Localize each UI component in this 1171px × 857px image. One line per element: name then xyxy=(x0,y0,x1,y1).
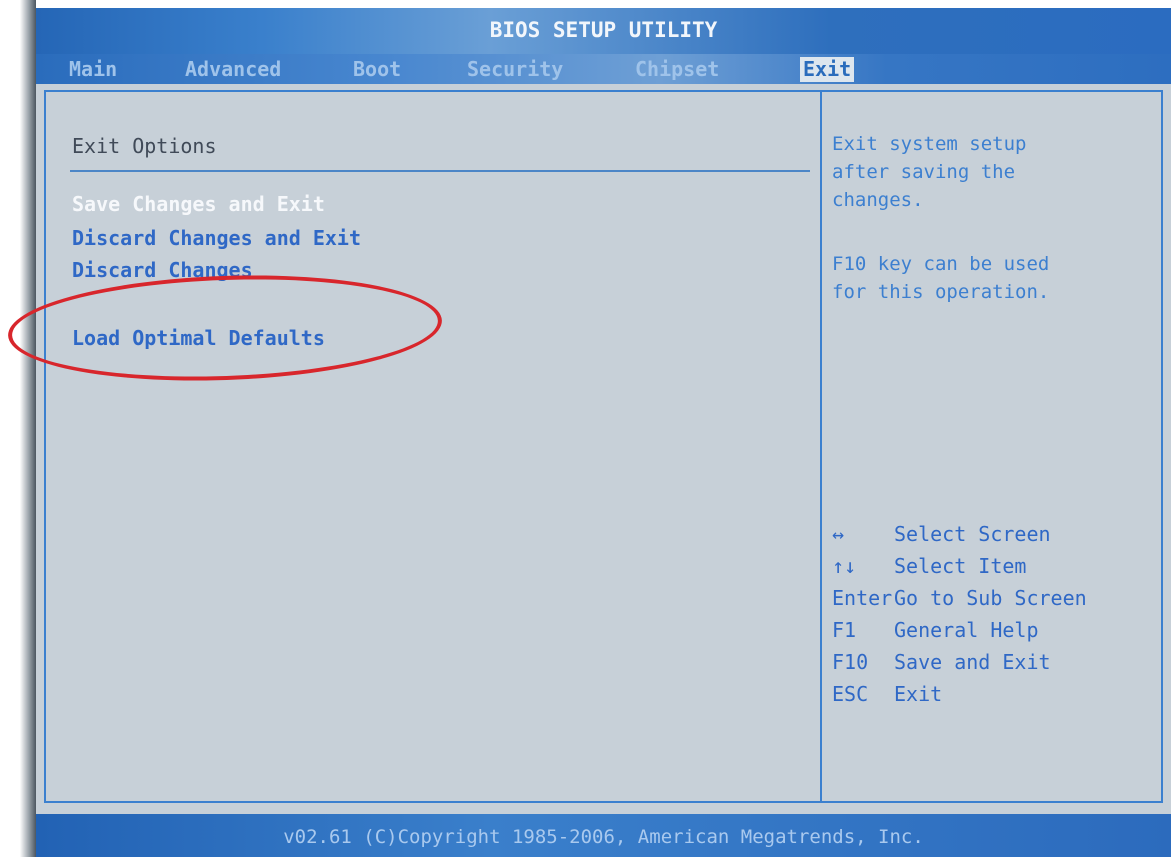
key-label: Enter xyxy=(832,586,893,610)
tab-security[interactable]: Security xyxy=(464,57,566,82)
key-action: Exit xyxy=(894,682,943,706)
tab-advanced[interactable]: Advanced xyxy=(182,57,284,82)
key-hint-exit: ESC Exit xyxy=(832,682,942,706)
key-hint-select-screen: ↔ Select Screen xyxy=(832,522,1051,546)
menu-item-save-changes-and-exit[interactable]: Save Changes and Exit xyxy=(72,192,325,216)
key-action: General Help xyxy=(894,618,1039,642)
key-action: Save and Exit xyxy=(894,650,1051,674)
tab-bar: Main Advanced Boot Security Chipset Exit xyxy=(36,54,1171,84)
menu-item-discard-changes[interactable]: Discard Changes xyxy=(72,258,253,282)
title-bar: BIOS SETUP UTILITY xyxy=(36,8,1171,54)
menu-item-load-optimal-defaults[interactable]: Load Optimal Defaults xyxy=(72,326,325,350)
tab-chipset[interactable]: Chipset xyxy=(632,57,722,82)
key-label: F1 xyxy=(832,618,857,642)
help-panel: Exit system setup after saving the chang… xyxy=(820,90,1163,803)
section-divider xyxy=(70,170,810,172)
key-label: F10 xyxy=(832,650,869,674)
tab-boot[interactable]: Boot xyxy=(350,57,404,82)
footer-bar: v02.61 (C)Copyright 1985-2006, American … xyxy=(36,814,1171,857)
key-action: Select Screen xyxy=(894,522,1051,546)
key-hint-general-help: F1 General Help xyxy=(832,618,1039,642)
key-hint-select-item: ↑↓ Select Item xyxy=(832,554,1026,578)
window-title: BIOS SETUP UTILITY xyxy=(489,18,718,42)
tab-main[interactable]: Main xyxy=(66,57,120,82)
bios-screen: BIOS SETUP UTILITY Main Advanced Boot Se… xyxy=(36,8,1171,857)
help-line: changes. xyxy=(832,189,924,211)
help-line: F10 key can be used xyxy=(832,253,1050,275)
menu-item-discard-changes-and-exit[interactable]: Discard Changes and Exit xyxy=(72,226,361,250)
copyright-text: v02.61 (C)Copyright 1985-2006, American … xyxy=(283,826,924,848)
exit-options-panel: Exit Options Save Changes and Exit Disca… xyxy=(44,90,822,803)
monitor-bezel xyxy=(0,0,36,857)
help-line: Exit system setup xyxy=(832,133,1027,155)
key-hint-save-and-exit: F10 Save and Exit xyxy=(832,650,1051,674)
key-label: ↔ xyxy=(832,522,845,546)
key-action: Select Item xyxy=(894,554,1027,578)
tab-exit[interactable]: Exit xyxy=(800,57,855,82)
help-line: for this operation. xyxy=(832,281,1050,303)
section-title: Exit Options xyxy=(72,134,217,158)
key-hint-go-to-sub-screen: EnterGo to Sub Screen xyxy=(832,586,1087,610)
key-action: Go to Sub Screen xyxy=(894,586,1087,610)
key-label: ↑↓ xyxy=(832,554,857,578)
help-line: after saving the xyxy=(832,161,1016,183)
key-label: ESC xyxy=(832,682,869,706)
